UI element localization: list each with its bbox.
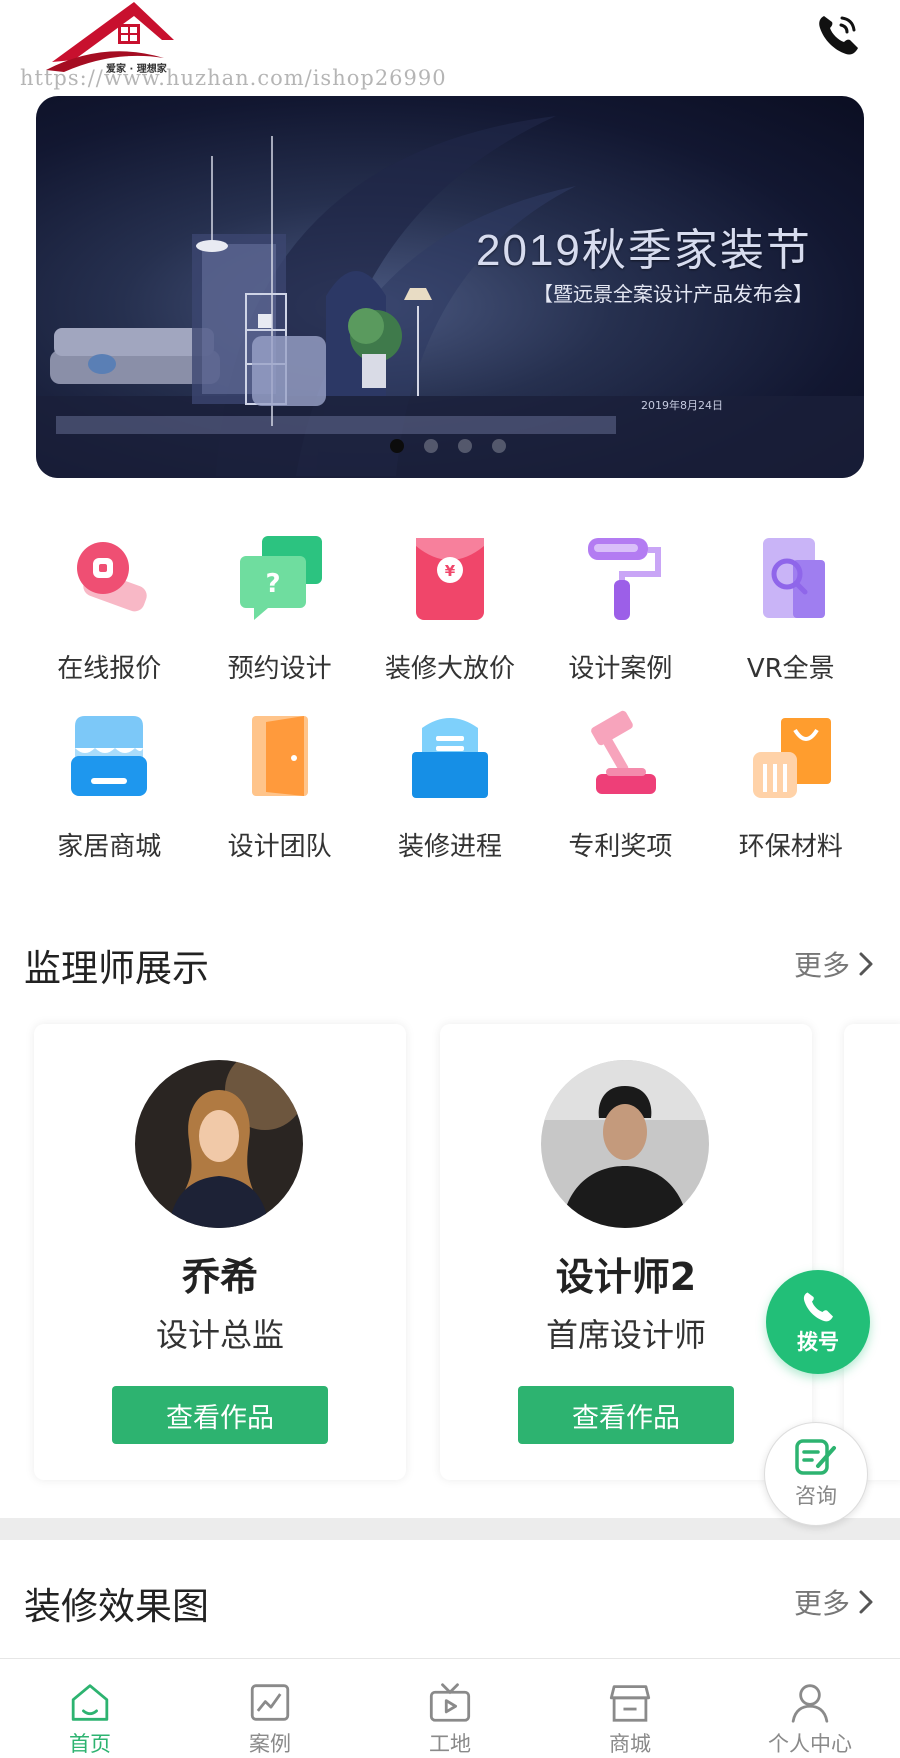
consult-label: 咨询 (795, 1484, 837, 1508)
paint-roller-icon (588, 538, 662, 620)
carousel-dot[interactable] (424, 439, 438, 453)
section-title: 装修效果图 (24, 1585, 209, 1628)
renderings-header: 装修效果图 更多 (24, 1576, 876, 1628)
consult-button[interactable]: 咨询 (764, 1422, 868, 1526)
supervisor-role: 设计总监 (155, 1316, 284, 1354)
tab-cases[interactable]: 案例 (180, 1659, 360, 1758)
supervisor-name: 乔希 (181, 1255, 258, 1299)
menu-label: 环保材料 (738, 832, 843, 862)
red-envelope-icon: ¥ (415, 538, 484, 620)
quote-icon (77, 542, 147, 612)
carousel-dot[interactable] (492, 439, 506, 453)
menu-item-design-team[interactable]: 设计团队 (194, 708, 364, 886)
supervisor-card[interactable]: 乔希 设计总监 查看作品 (34, 1024, 406, 1480)
supervisors-header: 监理师展示 更多 (24, 938, 876, 990)
user-icon (791, 1684, 829, 1723)
tab-label: 案例 (249, 1732, 291, 1756)
menu-item-vr-panorama[interactable]: VR全景 (706, 530, 876, 708)
menu-item-big-sale[interactable]: ¥ 装修大放价 (365, 530, 535, 708)
menu-label: 装修进程 (397, 832, 502, 862)
feature-menu: 在线报价 ? 预约设计 ¥ 装修大放价 设计案例 VR全景 家居商城 设计团队 … (24, 530, 876, 886)
svg-text:¥: ¥ (445, 562, 456, 580)
menu-item-eco-materials[interactable]: 环保材料 (706, 708, 876, 886)
phone-icon[interactable] (814, 10, 862, 58)
more-label: 更多 (793, 949, 850, 982)
banner-subtitle: 【暨远景全案设计产品发布会】 (533, 282, 813, 306)
dial-button[interactable]: 拨号 (766, 1270, 870, 1374)
menu-item-progress[interactable]: 装修进程 (365, 708, 535, 886)
tab-label: 工地 (429, 1732, 471, 1756)
carousel-dots (390, 439, 506, 453)
vr-search-icon (762, 538, 825, 618)
tab-label: 个人中心 (768, 1732, 852, 1756)
more-link[interactable]: 更多 (794, 944, 876, 984)
gavel-icon (591, 710, 657, 794)
section-title: 监理师展示 (24, 947, 209, 990)
menu-item-patents[interactable]: 专利奖项 (535, 708, 705, 886)
tab-mall[interactable]: 商城 (540, 1659, 720, 1758)
supervisor-card[interactable]: 设计师2 首席设计师 查看作品 (440, 1024, 812, 1480)
carousel-dot[interactable] (458, 439, 472, 453)
more-link[interactable]: 更多 (794, 1582, 876, 1622)
menu-label: 设计案例 (568, 654, 673, 684)
supervisor-role: 首席设计师 (545, 1316, 706, 1354)
menu-label: 预约设计 (227, 654, 332, 684)
building-icon (411, 718, 488, 798)
supervisor-card-peek[interactable] (844, 1024, 900, 1480)
tab-site[interactable]: 工地 (360, 1659, 540, 1758)
avatar (135, 1060, 303, 1228)
menu-label: 设计团队 (227, 832, 332, 862)
tab-label: 商城 (609, 1732, 651, 1756)
phone-icon (803, 1292, 833, 1322)
avatar-photo (541, 1060, 709, 1228)
edit-note-icon (795, 1439, 836, 1475)
shopping-bag-icon (752, 718, 831, 798)
shop-icon (71, 716, 148, 796)
banner-date: 2019年8月24日 (641, 399, 723, 412)
menu-item-book-design[interactable]: ? 预约设计 (194, 530, 364, 708)
menu-item-online-quote[interactable]: 在线报价 (24, 530, 194, 708)
avatar (541, 1060, 709, 1228)
home-icon (71, 1684, 109, 1721)
appointment-icon: ? (239, 536, 322, 620)
tab-profile[interactable]: 个人中心 (720, 1659, 900, 1758)
svg-text:?: ? (265, 569, 280, 599)
app-header: 爱家 · 理想家 https://www.huzhan.com/ishop269… (0, 0, 900, 92)
carousel-dot[interactable] (390, 439, 404, 453)
chevron-right-icon (859, 1590, 873, 1614)
supervisor-name: 设计师2 (555, 1255, 697, 1299)
menu-item-home-mall[interactable]: 家居商城 (24, 708, 194, 886)
banner-title: 2019秋季家装节 (476, 226, 812, 275)
site-tv-icon (429, 1683, 471, 1722)
tab-home[interactable]: 首页 (0, 1659, 180, 1758)
more-label: 更多 (793, 1587, 850, 1620)
watermark-url: https://www.huzhan.com/ishop26990 (20, 66, 447, 90)
menu-label: 在线报价 (57, 654, 162, 684)
avatar-photo (135, 1060, 303, 1228)
bottom-tab-bar: 首页 案例 工地 商城 个人中心 (0, 1658, 900, 1758)
tab-label: 首页 (69, 1732, 111, 1756)
menu-label: 专利奖项 (568, 832, 673, 862)
section-divider (0, 1518, 900, 1540)
view-works-button[interactable]: 查看作品 (112, 1386, 328, 1444)
menu-label: 家居商城 (57, 832, 162, 862)
chevron-right-icon (859, 952, 873, 976)
door-icon (251, 716, 308, 796)
dial-label: 拨号 (797, 1330, 839, 1354)
menu-label: 装修大放价 (384, 654, 515, 684)
menu-item-design-cases[interactable]: 设计案例 (535, 530, 705, 708)
promo-banner[interactable]: 2019秋季家装节 【暨远景全案设计产品发布会】 2019年8月24日 (36, 96, 864, 478)
store-icon (609, 1685, 651, 1722)
menu-label: VR全景 (746, 654, 835, 684)
case-icon (250, 1684, 290, 1721)
view-works-button[interactable]: 查看作品 (518, 1386, 734, 1444)
